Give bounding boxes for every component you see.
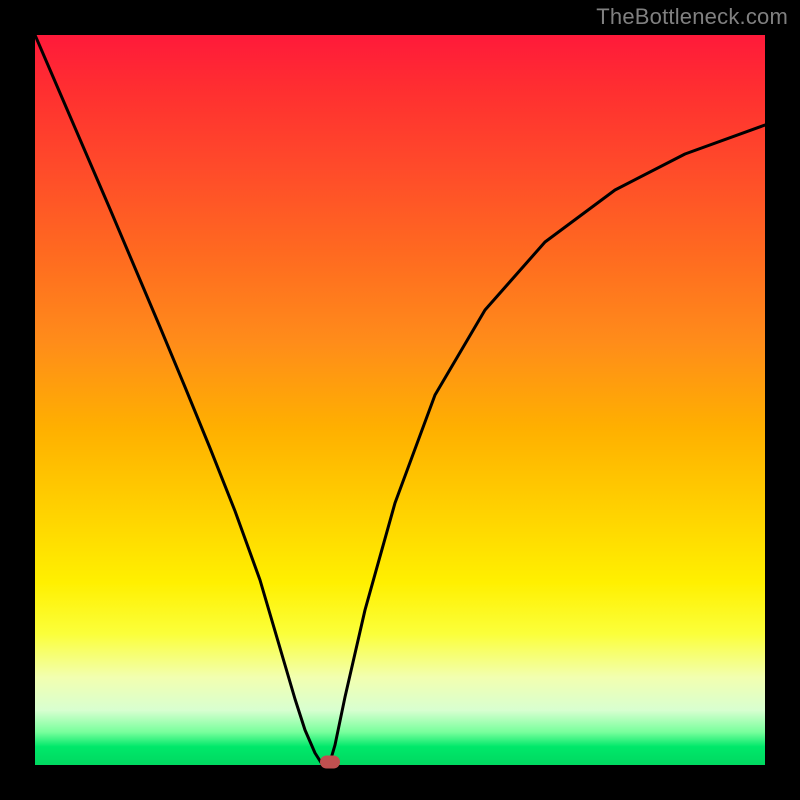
- chart-plot-area: [35, 35, 765, 765]
- bottleneck-curve-path: [35, 35, 765, 764]
- bottleneck-curve-svg: [35, 35, 765, 765]
- optimal-point-marker: [320, 756, 340, 769]
- watermark-text: TheBottleneck.com: [596, 4, 788, 30]
